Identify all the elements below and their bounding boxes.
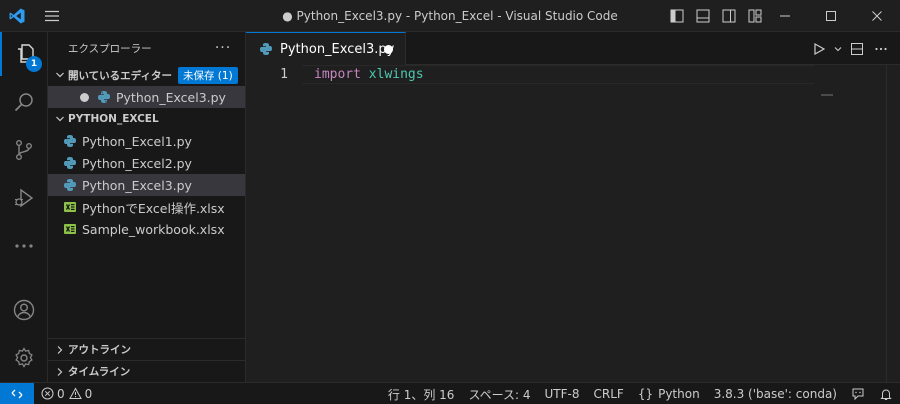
menu-icon[interactable] bbox=[34, 0, 70, 32]
file-item-excel-xlsx[interactable]: PythonでExcel操作.xlsx bbox=[48, 196, 245, 218]
close-icon[interactable] bbox=[854, 0, 900, 32]
chevron-down-icon bbox=[52, 111, 68, 127]
code-keyword: import bbox=[314, 67, 361, 82]
python-file-icon bbox=[62, 155, 78, 171]
more-views-icon[interactable] bbox=[0, 224, 48, 268]
notifications-bell-icon[interactable] bbox=[872, 383, 900, 404]
outline-label: アウトライン bbox=[68, 344, 131, 356]
timeline-section[interactable]: タイムライン bbox=[48, 360, 245, 382]
warning-count: 0 bbox=[84, 386, 93, 401]
timeline-label: タイムライン bbox=[68, 366, 131, 378]
code-line-1[interactable]: import xlwings bbox=[314, 66, 424, 84]
editor-tab-bar: Python_Excel3.py bbox=[246, 32, 900, 65]
chevron-right-icon bbox=[52, 364, 68, 380]
minimize-icon[interactable] bbox=[762, 0, 808, 32]
maximize-icon[interactable] bbox=[808, 0, 854, 32]
end-of-line[interactable]: CRLF bbox=[587, 383, 631, 404]
run-debug-icon[interactable] bbox=[0, 176, 48, 220]
open-editor-item[interactable]: Python_Excel3.py bbox=[48, 86, 245, 108]
vertical-scrollbar[interactable] bbox=[886, 65, 900, 382]
encoding[interactable]: UTF-8 bbox=[538, 383, 587, 404]
accounts-icon[interactable] bbox=[0, 288, 48, 332]
unsaved-dot-icon[interactable] bbox=[384, 45, 393, 54]
editor-actions bbox=[808, 32, 892, 65]
file-name: PythonでExcel操作.xlsx bbox=[82, 200, 225, 216]
code-module: xlwings bbox=[368, 67, 424, 82]
line-number: 1 bbox=[280, 67, 288, 82]
sidebar-bottom-sections: アウトライン タイムライン bbox=[48, 338, 245, 382]
status-right: 行 1、列 16 スペース: 4 UTF-8 CRLF {} Python 3.… bbox=[381, 383, 900, 404]
warning-icon bbox=[68, 387, 82, 400]
minimap[interactable] bbox=[821, 94, 833, 96]
status-bar: 0 0 行 1、列 16 スペース: 4 UTF-8 CRLF {} Pytho… bbox=[0, 382, 900, 404]
explorer-badge: 1 bbox=[26, 56, 42, 72]
python-interpreter[interactable]: 3.8.3 ('base': conda) bbox=[707, 383, 844, 404]
chevron-right-icon bbox=[52, 342, 68, 358]
title-bar: ● Python_Excel3.py - Python_Excel - Visu… bbox=[0, 0, 900, 32]
window-controls bbox=[762, 0, 900, 32]
language-mode[interactable]: {} Python bbox=[631, 383, 707, 404]
open-editors-section[interactable]: 開いているエディター 未保存 (1) bbox=[48, 64, 245, 86]
chevron-down-icon bbox=[52, 67, 68, 83]
cursor-position[interactable]: 行 1、列 16 bbox=[381, 383, 462, 404]
layout-controls bbox=[666, 0, 766, 32]
tab-label: Python_Excel3.py bbox=[280, 41, 395, 57]
excel-file-icon bbox=[62, 221, 78, 237]
more-actions-icon[interactable] bbox=[870, 38, 892, 60]
excel-file-icon bbox=[62, 199, 78, 215]
editor-tab[interactable]: Python_Excel3.py bbox=[246, 32, 406, 65]
file-item-python-excel2[interactable]: Python_Excel2.py bbox=[48, 152, 245, 174]
more-actions-icon[interactable]: ··· bbox=[213, 38, 233, 58]
error-count: 0 bbox=[57, 386, 65, 401]
problems-indicator[interactable]: 0 0 bbox=[34, 383, 99, 404]
file-name: Python_Excel2.py bbox=[82, 155, 192, 171]
toggle-primary-sidebar-icon[interactable] bbox=[666, 5, 688, 27]
gear-icon[interactable] bbox=[0, 336, 48, 380]
indentation[interactable]: スペース: 4 bbox=[461, 383, 537, 404]
feedback-icon[interactable] bbox=[844, 383, 872, 404]
chevron-down-icon[interactable] bbox=[832, 38, 844, 60]
python-file-icon bbox=[258, 41, 274, 57]
folder-label: PYTHON_EXCEL bbox=[68, 113, 159, 125]
file-item-python-excel3[interactable]: Python_Excel3.py bbox=[48, 174, 245, 196]
explorer-header: エクスプローラー ··· bbox=[48, 32, 245, 64]
file-name: Python_Excel3.py bbox=[82, 177, 192, 193]
explorer-icon[interactable]: 1 bbox=[0, 32, 48, 76]
explorer-sidebar: エクスプローラー ··· 開いているエディター 未保存 (1) Python_E… bbox=[48, 32, 246, 382]
toggle-secondary-sidebar-icon[interactable] bbox=[718, 5, 740, 27]
editor-area: Python_Excel3.py 1 import xlwings bbox=[246, 32, 900, 382]
file-name: Sample_workbook.xlsx bbox=[82, 221, 225, 237]
file-name: Python_Excel1.py bbox=[82, 133, 192, 149]
run-python-file-icon[interactable] bbox=[808, 38, 830, 60]
python-file-icon bbox=[62, 133, 78, 149]
python-file-icon bbox=[62, 177, 78, 193]
explorer-title: エクスプローラー bbox=[68, 42, 152, 55]
language-label: Python bbox=[658, 387, 700, 401]
braces-icon: {} bbox=[637, 387, 654, 401]
unsaved-badge: 未保存 (1) bbox=[177, 66, 238, 84]
python-file-icon bbox=[96, 89, 112, 105]
toggle-panel-icon[interactable] bbox=[692, 5, 714, 27]
outline-section[interactable]: アウトライン bbox=[48, 338, 245, 360]
open-editor-filename: Python_Excel3.py bbox=[116, 89, 226, 105]
error-icon bbox=[41, 387, 54, 400]
activity-bar: 1 bbox=[0, 32, 48, 382]
unsaved-dot-icon[interactable] bbox=[76, 89, 92, 105]
source-control-icon[interactable] bbox=[0, 128, 48, 172]
file-item-python-excel1[interactable]: Python_Excel1.py bbox=[48, 130, 245, 152]
open-editors-label: 開いているエディター bbox=[68, 69, 172, 82]
split-editor-icon[interactable] bbox=[846, 38, 868, 60]
code-editor[interactable]: 1 import xlwings bbox=[246, 65, 900, 382]
search-icon[interactable] bbox=[0, 80, 48, 124]
vscode-logo-icon[interactable] bbox=[0, 0, 34, 32]
remote-icon[interactable] bbox=[0, 382, 34, 404]
file-item-sample-workbook[interactable]: Sample_workbook.xlsx bbox=[48, 218, 245, 240]
folder-section[interactable]: PYTHON_EXCEL bbox=[48, 108, 245, 130]
